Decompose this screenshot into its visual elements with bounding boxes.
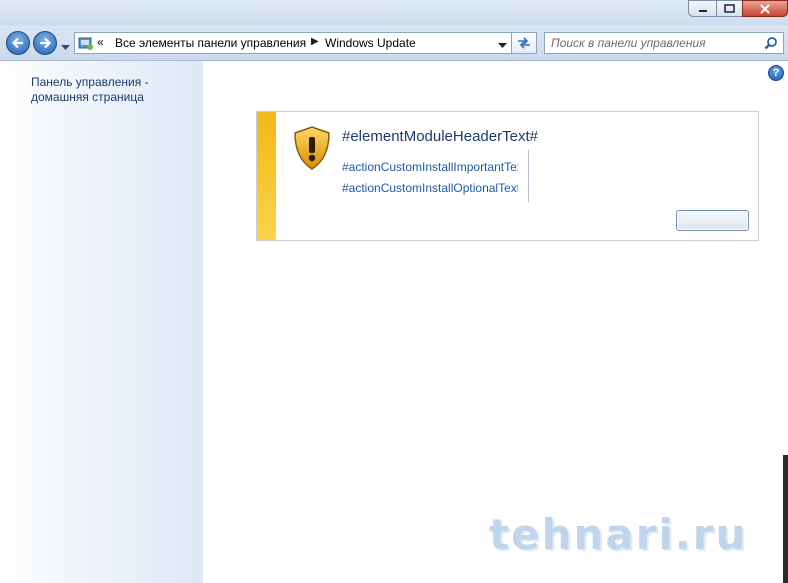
search-box[interactable] [544,32,784,54]
recent-pages-button[interactable] [61,40,70,54]
close-button[interactable] [742,0,788,17]
install-updates-button[interactable] [676,210,749,231]
chevron-down-icon [61,45,70,50]
warning-shield-icon [294,126,330,170]
breadcrumb-separator[interactable]: ▶ [311,36,319,47]
divider [528,150,529,202]
title-bar [0,0,788,26]
control-panel-icon [78,37,93,50]
chevron-down-icon [498,43,507,48]
help-icon: ? [772,67,780,79]
left-pane: Панель управления - домашняя страница [0,61,203,583]
watermark: tehnari.ru [489,510,748,559]
back-button[interactable] [6,31,30,55]
address-bar[interactable]: « Все элементы панели управления ▶ Windo… [74,32,512,54]
back-arrow-icon [11,37,23,49]
update-module: #elementModuleHeaderText# #actionCustomI… [256,111,759,241]
window-edge [783,455,788,583]
search-icon[interactable] [764,36,778,50]
maximize-button[interactable] [716,0,742,17]
forward-button[interactable] [33,31,57,55]
minimize-button[interactable] [688,0,716,17]
control-panel-home-link[interactable]: Панель управления - домашняя страница [31,75,191,105]
refresh-button[interactable] [512,32,537,54]
module-accent-stripe [257,112,276,240]
breadcrumb-all-control-panel-items[interactable]: Все элементы панели управления [115,36,306,50]
refresh-icon [518,37,530,49]
install-optional-link[interactable]: #actionCustomInstallOptionalText# [342,181,518,195]
window-controls [688,0,788,19]
navigation-bar: « Все элементы панели управления ▶ Windo… [0,26,788,61]
minimize-icon [698,9,707,12]
address-dropdown-button[interactable] [498,38,507,52]
search-input[interactable] [551,35,756,51]
close-icon [760,3,770,14]
help-button[interactable]: ? [768,65,784,81]
maximize-icon [724,4,735,13]
module-header: #elementModuleHeaderText# [342,128,538,145]
forward-arrow-icon [40,37,52,49]
address-overflow-chevron[interactable]: « [97,35,104,49]
breadcrumb-windows-update[interactable]: Windows Update [325,36,416,50]
install-important-link[interactable]: #actionCustomInstallImportantText# [342,160,518,174]
